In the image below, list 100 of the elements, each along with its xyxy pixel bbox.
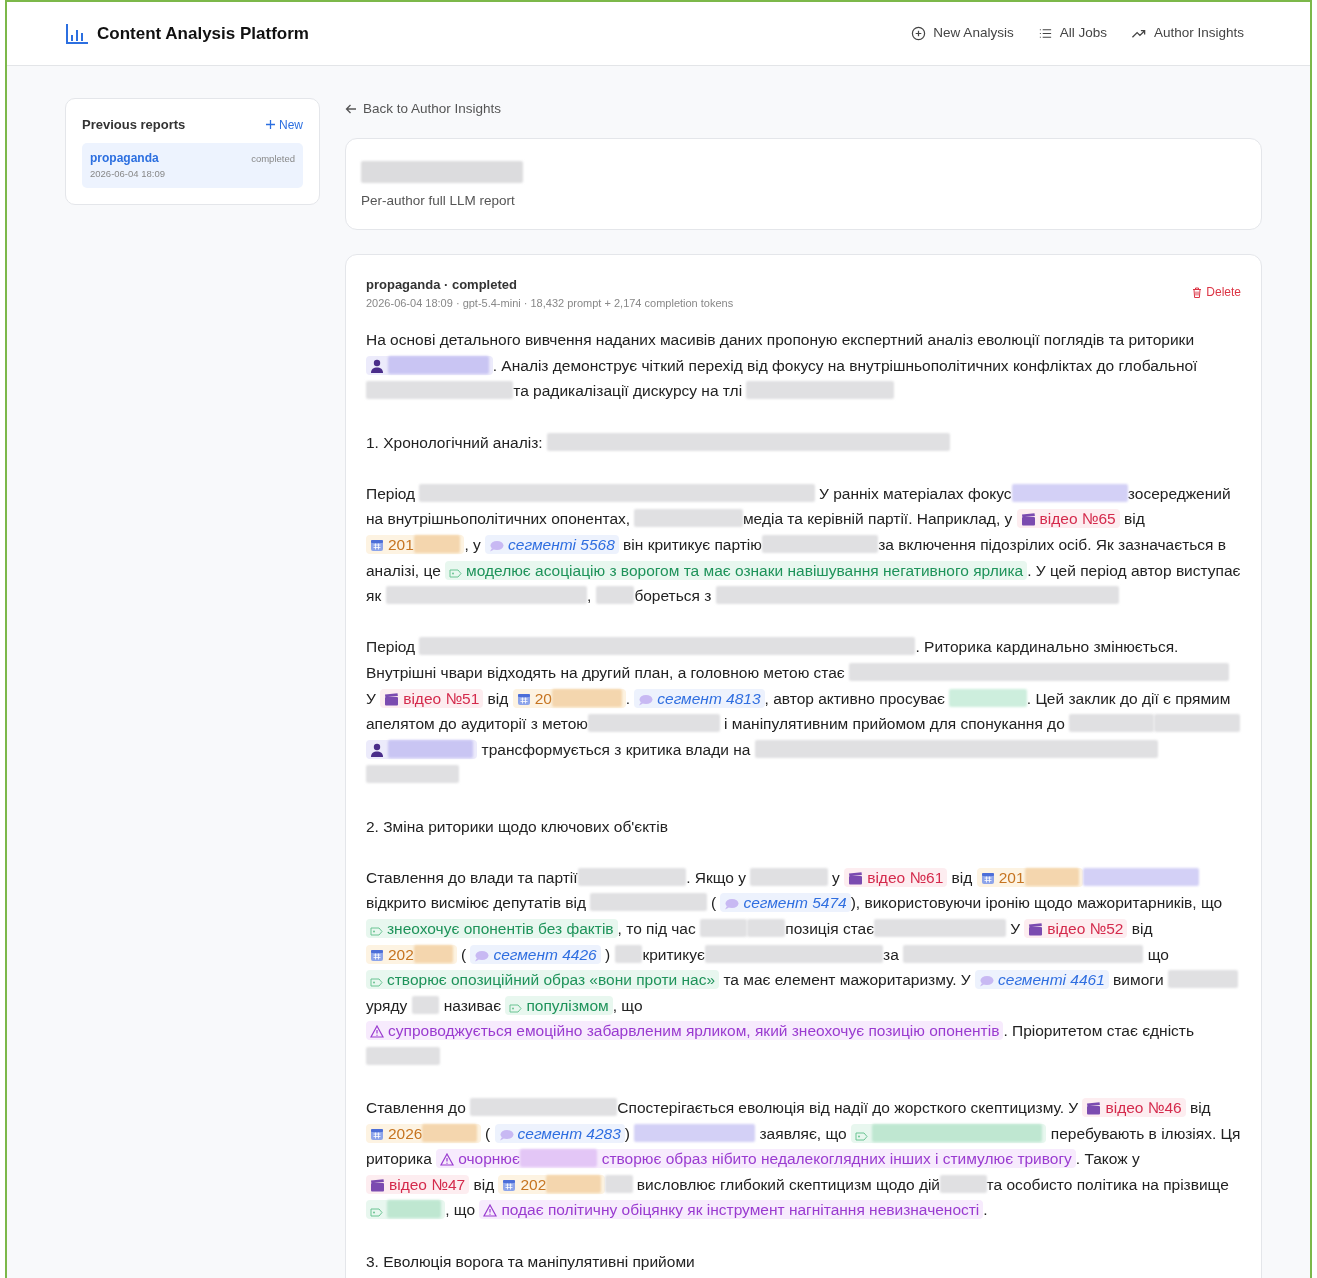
report-text: . Також у — [1075, 1150, 1140, 1168]
report-item[interactable]: propaganda completed 2026-06-04 18:09 — [82, 142, 303, 188]
report-text: 3. Еволюція ворога та маніпулятивні прийоми — [366, 1252, 695, 1270]
report-text: за — [883, 945, 900, 963]
report-text: від — [472, 1175, 496, 1193]
video-reference[interactable]: відео №51 — [380, 688, 484, 708]
report-text: на внутрішньополітичних опонентах, — [366, 510, 631, 528]
date-reference[interactable]: 2026 — [366, 1123, 481, 1143]
report-text: від — [486, 689, 510, 707]
clapperboard-icon — [370, 1178, 385, 1192]
clapperboard-icon — [1028, 922, 1044, 936]
report-meta: 2026-06-04 18:09 · gpt-5.4-mini · 18,432 prompt + 2,174 completion tokens — [366, 295, 734, 311]
speech-bubble-icon — [474, 949, 490, 962]
report-text: . Цей заклик до дії є прямим — [1026, 689, 1231, 707]
date-reference[interactable]: 20 — [512, 688, 626, 708]
clapperboard-icon — [1086, 1102, 1102, 1116]
nav-link[interactable]: All Jobs — [1037, 23, 1107, 44]
bar-chart-icon — [65, 22, 89, 45]
delete-button[interactable]: Delete — [1192, 283, 1241, 302]
report-text: висловлює глибокий скептицизм щодо дій — [635, 1175, 941, 1193]
warning-reference[interactable]: супроводжується емоційно забарвленим ярликом, який знеохочує позицію опонентів — [366, 1021, 1004, 1041]
report-text: уряду — [366, 996, 409, 1014]
video-reference[interactable]: відео №52 — [1024, 918, 1128, 938]
speech-bubble-icon — [489, 540, 505, 552]
report-text: , автор активно просуває — [764, 689, 946, 707]
report-text: від — [1188, 1099, 1211, 1117]
speech-bubble-icon — [498, 1128, 514, 1141]
list-icon — [1037, 26, 1053, 41]
tag-icon — [449, 568, 463, 578]
report-date: 2026-06-04 18:09 — [90, 166, 166, 181]
tag-reference[interactable]: моделює асоціацію з ворогом та має ознаки навішування негативного ярлика — [445, 560, 1028, 580]
report-text: медіа та керівній партії. Наприклад, у — [742, 510, 1014, 528]
report-text: риторика — [366, 1150, 432, 1168]
warning-icon — [483, 1204, 498, 1218]
date-reference[interactable]: 201 — [366, 535, 465, 554]
clapperboard-icon — [848, 871, 864, 885]
tag-icon — [370, 926, 383, 936]
person-icon — [370, 742, 384, 757]
report-text: . Пріоритетом стає єдність — [1003, 1022, 1195, 1040]
tag-icon — [370, 1208, 383, 1218]
person-reference[interactable] — [366, 355, 493, 375]
report-subtitle: Per-author full LLM report — [361, 192, 516, 210]
warning-reference[interactable]: подає політичну обіцянку як інструмент нагнітання невизначеності — [479, 1200, 984, 1220]
report-text: , то під час — [617, 919, 697, 937]
date-reference[interactable]: 202 — [366, 944, 457, 964]
tag-reference[interactable]: знеохочує опонентів без фактів — [366, 918, 618, 938]
report-text: перебувають в ілюзіях. Ця — [1050, 1124, 1241, 1142]
sidebar-title: Previous reports — [82, 116, 186, 134]
tag-reference[interactable]: популізмом — [505, 995, 613, 1015]
report-text: 2. Зміна риторики щодо ключових об'єктів — [366, 817, 668, 835]
report-text: що — [1146, 945, 1169, 963]
segment-reference[interactable]: сегмент 4426 — [470, 944, 601, 964]
person-reference[interactable] — [366, 739, 478, 759]
video-reference[interactable]: відео №61 — [844, 867, 948, 887]
report-text: Ставлення до — [366, 1099, 467, 1117]
tag-reference[interactable]: створює опозиційний образ «вони проти нас» — [366, 970, 720, 990]
segment-reference[interactable]: сегмент 4283 — [494, 1123, 625, 1143]
clapperboard-icon — [1020, 513, 1036, 527]
trash-icon — [1192, 286, 1203, 298]
speech-bubble-icon — [979, 975, 995, 988]
brand-name[interactable]: Content Analysis Platform — [97, 20, 309, 47]
date-reference[interactable]: 202 — [498, 1174, 605, 1194]
report-text: та особисто політика на прізвище — [986, 1175, 1229, 1193]
report-text: і маніпулятивним прийомом для спонукання до — [723, 715, 1066, 733]
report-text: Спостерігається еволюція від надії до жорсткого скептицизму. У — [617, 1099, 1080, 1117]
video-reference[interactable]: відео №46 — [1082, 1098, 1186, 1118]
nav-link[interactable]: New Analysis — [911, 23, 1014, 44]
segment-reference[interactable]: сегмент 4813 — [634, 688, 765, 708]
report-text: бореться з — [634, 587, 713, 605]
report-name: propaganda — [90, 149, 159, 167]
warning-icon — [370, 1025, 384, 1039]
speech-bubble-icon — [638, 693, 654, 706]
video-reference[interactable]: відео №47 — [366, 1174, 470, 1194]
calendar-icon — [370, 1126, 384, 1141]
calendar-icon — [502, 1177, 517, 1192]
report-text: ( — [709, 894, 718, 912]
segment-reference[interactable]: сегменті 5568 — [485, 535, 619, 554]
report-text: ( — [459, 945, 468, 963]
report-text: за включення підозрілих осіб. Як зазначається в — [878, 536, 1226, 553]
report-text: , у — [464, 536, 482, 553]
report-text: зосереджений — [1127, 484, 1231, 502]
report-title: propaganda · completed — [366, 276, 518, 295]
segment-reference[interactable]: сегмент 5474 — [720, 893, 851, 913]
warning-icon — [440, 1153, 455, 1167]
report-text: ) — [624, 1124, 631, 1142]
date-reference[interactable]: 201 — [976, 867, 1083, 887]
back-link[interactable]: Back to Author Insights — [345, 98, 502, 120]
nav-link[interactable]: Author Insights — [1130, 23, 1244, 44]
report-text: . Якщо у — [686, 868, 747, 886]
report-text: ( — [484, 1124, 492, 1142]
speech-bubble-icon — [724, 898, 740, 911]
warning-reference[interactable]: очорнює створює образ нібито недалекоглядних інших і стимулює тривогу — [436, 1149, 1076, 1169]
segment-reference[interactable]: сегменті 4461 — [975, 970, 1109, 990]
report-text: як — [366, 587, 382, 605]
report-text: Ставлення до влади та партії — [366, 868, 578, 886]
calendar-icon — [980, 870, 995, 885]
video-reference[interactable]: відео №65 — [1016, 509, 1120, 529]
report-text: заявляє, що — [758, 1124, 848, 1142]
report-text: вимоги — [1112, 971, 1165, 989]
new-report-link[interactable]: New — [266, 115, 303, 134]
